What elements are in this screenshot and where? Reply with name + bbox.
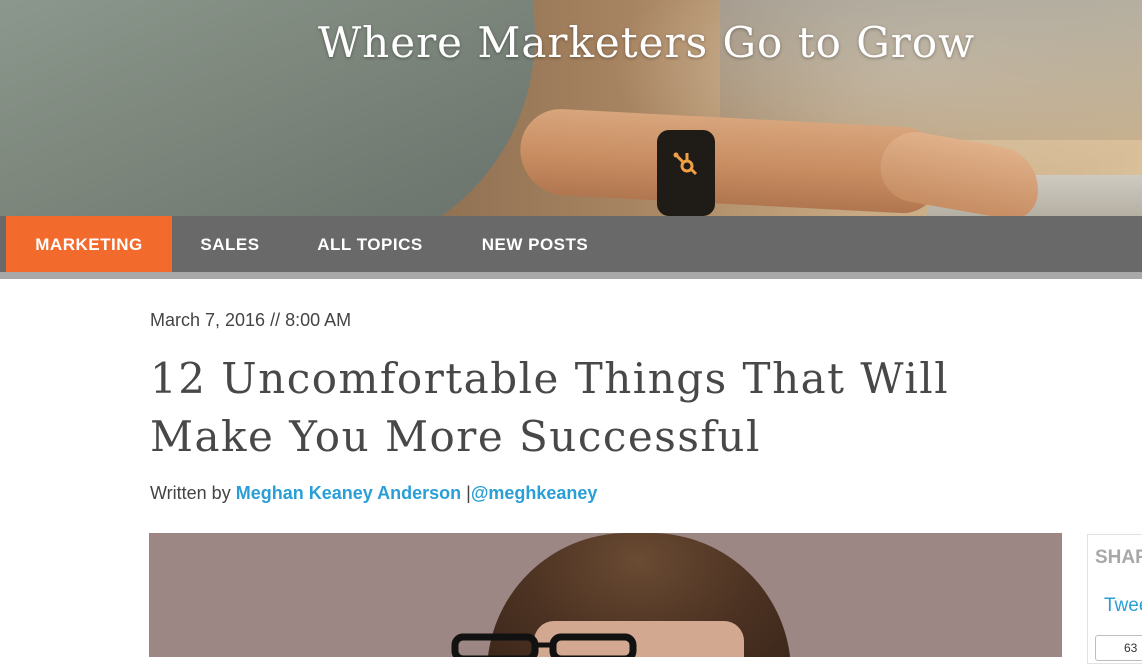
nav-item-new-posts[interactable]: NEW POSTS	[452, 216, 618, 272]
featured-image	[149, 533, 1062, 657]
nav-item-sales[interactable]: SALES	[172, 216, 288, 272]
glasses-icon	[451, 633, 637, 657]
nav-item-marketing[interactable]: MARKETING	[6, 216, 172, 272]
byline: Written by Meghan Keaney Anderson |@megh…	[150, 483, 597, 504]
tweet-button[interactable]: Tweet	[1104, 595, 1142, 617]
main-nav: MARKETING SALES ALL TOPICS NEW POSTS	[0, 216, 1142, 279]
author-link[interactable]: Meghan Keaney Anderson	[236, 483, 461, 503]
byline-prefix: Written by	[150, 483, 231, 503]
share-widget: SHARE Tweet 63	[1087, 534, 1142, 664]
nav-item-all-topics[interactable]: ALL TOPICS	[288, 216, 452, 272]
hero-banner: Where Marketers Go to Grow	[0, 0, 1142, 216]
share-count: 63	[1095, 635, 1142, 661]
share-title: SHARE	[1095, 547, 1142, 568]
post-date: March 7, 2016 // 8:00 AM	[150, 310, 352, 330]
hero-title: Where Marketers Go to Grow	[318, 18, 976, 67]
post-title: 12 Uncomfortable Things That Will Make Y…	[150, 354, 950, 461]
sprocket-logo-icon	[673, 152, 698, 176]
author-handle-link[interactable]: @meghkeaney	[471, 483, 598, 503]
